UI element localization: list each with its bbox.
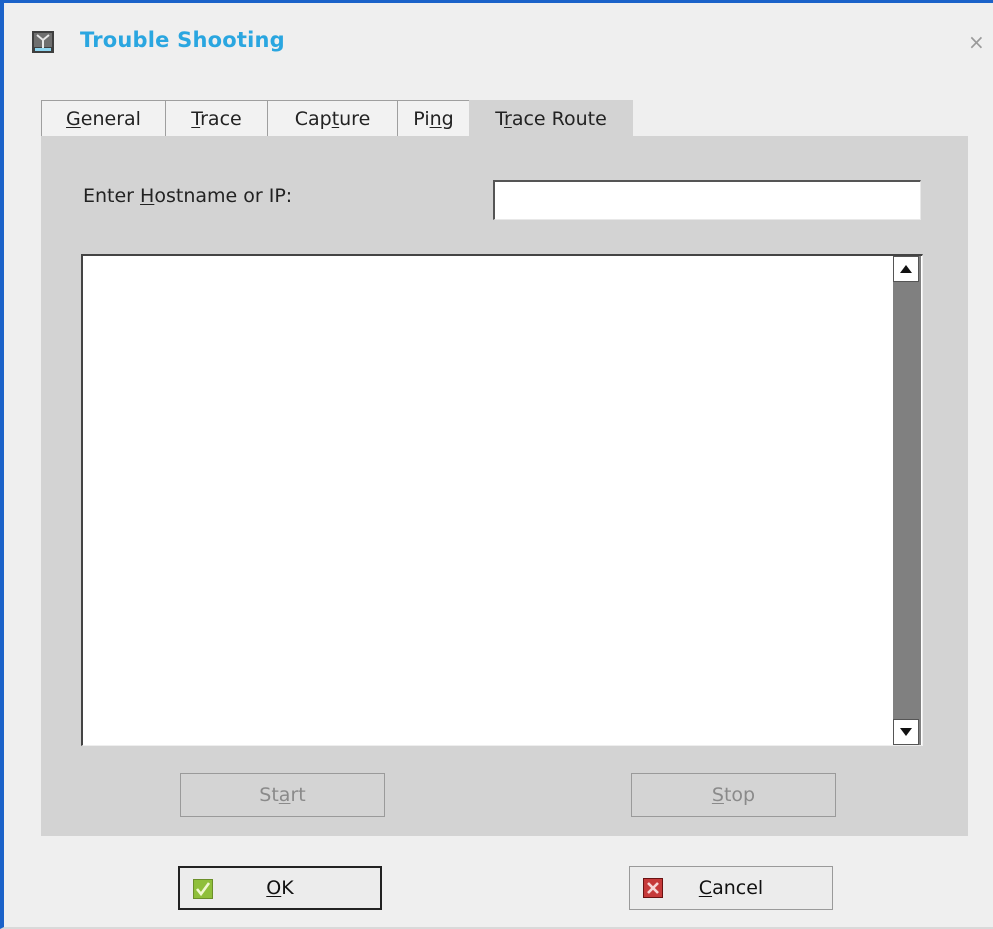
trace-output-area[interactable] — [81, 254, 923, 746]
ok-button-label: OK — [266, 877, 294, 899]
stop-button-label: Stop — [711, 784, 756, 806]
tab-general[interactable]: General — [41, 100, 166, 136]
trace-output-text — [89, 260, 886, 741]
tab-label: Trace Route — [495, 108, 607, 130]
tab-trace[interactable]: Trace — [165, 100, 268, 136]
tab-label: Capture — [294, 107, 371, 130]
tab-label: Ping — [413, 107, 454, 130]
network-icon — [32, 31, 54, 53]
stop-button[interactable]: Stop — [631, 773, 836, 817]
tab-capture[interactable]: Capture — [267, 100, 398, 136]
window-title: Trouble Shooting — [80, 28, 285, 52]
ok-button[interactable]: OK — [178, 866, 382, 910]
cancel-button-label: Cancel — [698, 877, 764, 899]
tab-trace-route[interactable]: Trace Route — [469, 100, 633, 137]
scroll-down-arrow-icon[interactable] — [893, 719, 919, 745]
hostname-input[interactable] — [493, 180, 921, 220]
close-icon[interactable]: × — [968, 32, 985, 52]
start-button-label: Start — [259, 784, 306, 806]
cancel-button[interactable]: Cancel — [629, 866, 833, 910]
hostname-label: Enter Hostname or IP: — [83, 185, 293, 207]
tab-ping[interactable]: Ping — [397, 100, 470, 136]
tab-label: Trace — [191, 107, 242, 130]
tab-label: General — [66, 107, 141, 130]
start-button[interactable]: Start — [180, 773, 385, 817]
vertical-scrollbar[interactable] — [893, 256, 921, 745]
scroll-up-arrow-icon[interactable] — [893, 256, 919, 282]
